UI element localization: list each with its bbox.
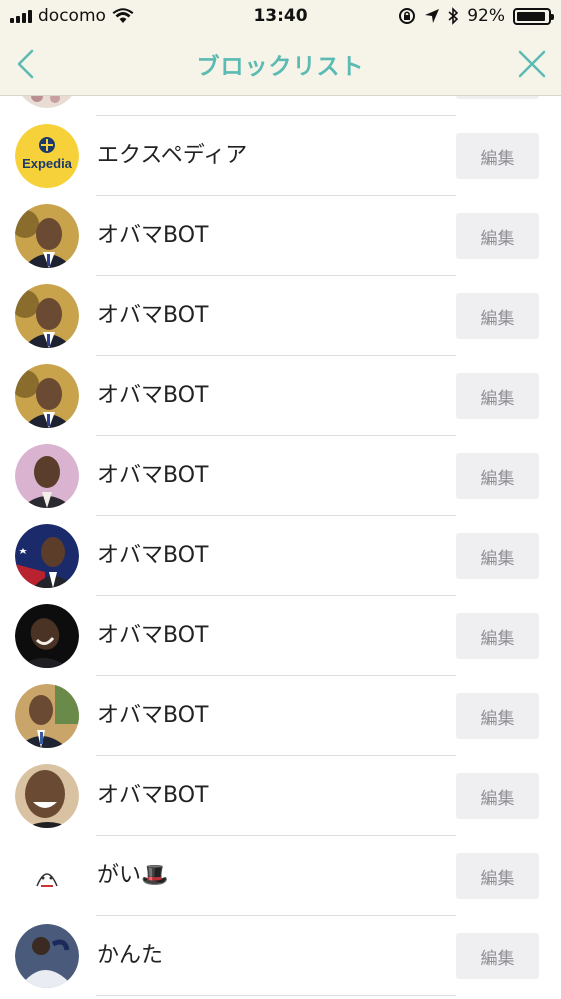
avatar [15,364,79,428]
chevron-left-icon[interactable] [12,48,42,80]
wifi-icon [112,8,134,23]
page-title: ブロックリスト [196,53,365,80]
avatar [15,204,79,268]
edit-button[interactable] [456,96,539,99]
edit-button[interactable]: 編集 [456,533,539,579]
list-item[interactable]: オバマBOT 編集 [0,276,561,356]
list-item-name: オバマBOT [97,623,209,648]
list-item-name: オバマBOT [97,303,209,328]
block-list: Expedia エクスペディア 編集 オバマBOT 編集 オバマBOT 編集 オ… [0,96,561,999]
avatar [15,524,79,588]
list-item-name: オバマBOT [97,223,209,248]
list-item[interactable]: かんた 編集 [0,916,561,996]
avatar [15,284,79,348]
avatar [15,844,79,908]
list-item[interactable]: オバマBOT 編集 [0,676,561,756]
edit-button[interactable]: 編集 [456,133,539,179]
list-item-name: エクスペディア [97,143,248,168]
edit-button[interactable]: 編集 [456,453,539,499]
signal-icon [10,9,32,23]
list-item[interactable]: オバマBOT 編集 [0,596,561,676]
avatar [15,444,79,508]
avatar [15,604,79,668]
battery-icon [513,7,554,25]
list-item[interactable] [0,96,561,116]
edit-button[interactable]: 編集 [456,373,539,419]
list-item-name: オバマBOT [97,463,209,488]
bluetooth-icon [448,7,459,25]
carrier-name: docomo [38,6,106,26]
avatar [15,96,79,108]
edit-button[interactable]: 編集 [456,693,539,739]
edit-button[interactable]: 編集 [456,773,539,819]
edit-button[interactable]: 編集 [456,613,539,659]
edit-button[interactable]: 編集 [456,933,539,979]
avatar [15,764,79,828]
list-item[interactable]: オバマBOT 編集 [0,436,561,516]
list-item-name: かんた [97,943,164,968]
orientation-lock-icon [399,8,416,24]
edit-button[interactable]: 編集 [456,293,539,339]
edit-button[interactable]: 編集 [456,213,539,259]
list-item-name: オバマBOT [97,703,209,728]
nav-bar: ブロックリスト [0,32,561,96]
list-item-name: オバマBOT [97,383,209,408]
battery-percent: 92% [467,6,505,26]
edit-button[interactable]: 編集 [456,853,539,899]
list-item-name: オバマBOT [97,783,209,808]
divider [96,995,456,996]
list-item[interactable]: オバマBOT 編集 [0,756,561,836]
list-item-name: がい🎩 [97,863,169,888]
list-item[interactable]: オバマBOT 編集 [0,196,561,276]
expedia-logo: Expedia [15,124,79,188]
expedia-logo-text: Expedia [22,156,73,171]
list-item[interactable]: Expedia エクスペディア 編集 [0,116,561,196]
list-item-name: オバマBOT [97,543,209,568]
location-arrow-icon [425,9,440,23]
list-item[interactable]: オバマBOT 編集 [0,516,561,596]
list-item[interactable]: がい🎩 編集 [0,836,561,916]
avatar [15,684,79,748]
status-bar: docomo 13:40 92% [0,0,561,32]
list-item[interactable]: オバマBOT 編集 [0,356,561,436]
avatar [15,924,79,988]
close-icon[interactable] [517,49,547,79]
